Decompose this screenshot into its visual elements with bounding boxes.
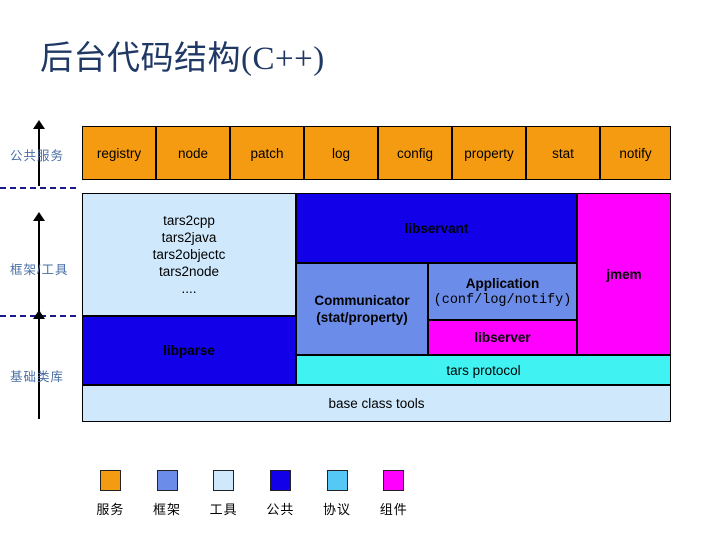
tools-block[interactable]: tars2cpp tars2java tars2objectc tars2nod… (82, 193, 296, 316)
legend-item-protocol: 协议 (309, 470, 366, 526)
service-label: registry (96, 145, 142, 161)
service-label: node (177, 145, 209, 161)
axis-label-public-service: 公共服务 (10, 149, 65, 163)
jmem-block[interactable]: jmem (577, 193, 671, 355)
tools-line-3: tars2objectc (152, 247, 226, 262)
legend-label: 协议 (323, 502, 352, 517)
tools-line-5: .... (181, 281, 197, 296)
page-title: 后台代码结构(C++) (40, 41, 325, 77)
libparse-label: libparse (163, 343, 215, 358)
service-block-property[interactable]: property (452, 126, 526, 180)
tools-line-2: tars2java (161, 230, 217, 245)
service-label: stat (552, 145, 574, 161)
application-block[interactable]: Application (conf/log/notify) (428, 263, 577, 320)
legend-item-service: 服务 (82, 470, 139, 526)
service-block-stat[interactable]: stat (526, 126, 600, 180)
legend-swatch-public (269, 470, 291, 491)
service-label: patch (250, 145, 284, 161)
communicator-block[interactable]: Communicator (stat/property) (296, 263, 428, 355)
legend-swatch-protocol (326, 470, 348, 491)
communicator-title: Communicator (314, 293, 410, 308)
tools-line-1: tars2cpp (163, 213, 215, 228)
service-block-notify[interactable]: notify (600, 126, 671, 180)
legend-swatch-tools (213, 470, 235, 491)
service-label: notify (619, 145, 652, 161)
service-label: log (331, 145, 350, 161)
legend-swatch-component (383, 470, 405, 491)
axis-label-framework-tools: 框架/工具 (10, 263, 69, 277)
legend-label: 组件 (379, 502, 408, 517)
libparse-block[interactable]: libparse (82, 316, 296, 385)
base-class-tools-label: base class tools (328, 396, 425, 411)
application-subtitle: (conf/log/notify) (433, 292, 572, 308)
libservant-block[interactable]: libservant (296, 193, 577, 263)
tars-protocol-block[interactable]: tars protocol (296, 355, 671, 385)
legend: 服务 框架 工具 公共 协议 组件 (82, 470, 422, 526)
tools-line-4: tars2node (158, 264, 220, 279)
axis-label-base-library: 基础类库 (10, 370, 65, 384)
base-class-tools-block[interactable]: base class tools (82, 385, 671, 422)
service-block-node[interactable]: node (156, 126, 230, 180)
service-label: config (396, 145, 434, 161)
legend-swatch-framework (156, 470, 178, 491)
axis-separator-upper (0, 187, 76, 189)
service-block-registry[interactable]: registry (82, 126, 156, 180)
libserver-label: libserver (474, 330, 531, 345)
application-title: Application (465, 275, 540, 291)
tars-protocol-label: tars protocol (446, 362, 521, 378)
service-block-config[interactable]: config (378, 126, 452, 180)
service-block-log[interactable]: log (304, 126, 378, 180)
legend-label: 公共 (266, 502, 295, 517)
jmem-label: jmem (606, 266, 642, 282)
legend-label: 工具 (209, 502, 238, 517)
legend-label: 服务 (96, 502, 125, 517)
legend-item-tools: 工具 (195, 470, 252, 526)
legend-item-framework: 框架 (139, 470, 196, 526)
legend-item-public: 公共 (252, 470, 309, 526)
communicator-subtitle: (stat/property) (316, 310, 408, 325)
service-block-patch[interactable]: patch (230, 126, 304, 180)
libservant-label: libservant (404, 220, 469, 236)
legend-label: 框架 (153, 502, 182, 517)
legend-swatch-service (99, 470, 121, 491)
legend-item-component: 组件 (365, 470, 422, 526)
service-label: property (464, 145, 514, 161)
libserver-block[interactable]: libserver (428, 320, 577, 355)
